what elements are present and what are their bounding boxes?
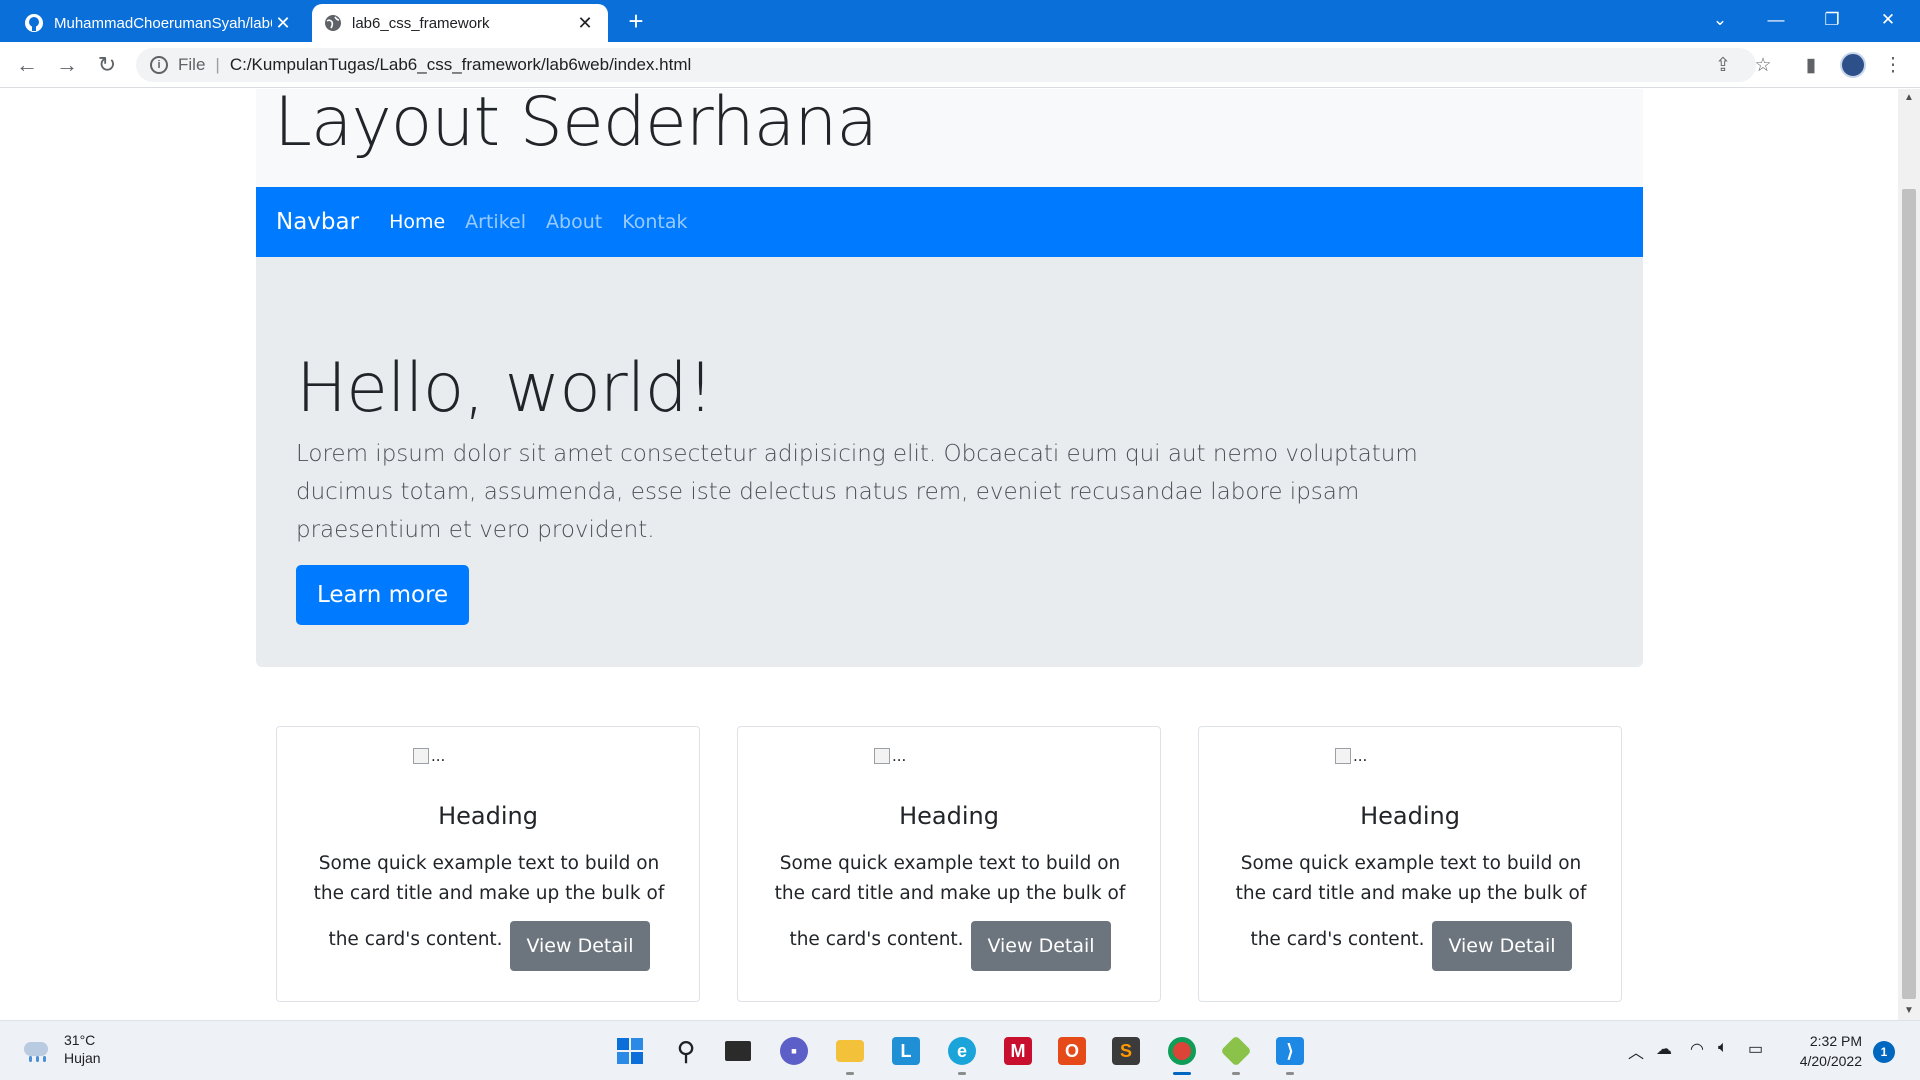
page-viewport: Layout Sederhana Navbar Home Artikel Abo… [0,89,1898,1020]
card-title: Heading [899,802,999,830]
broken-image-icon [874,748,890,764]
github-icon [25,14,43,32]
card-text: Some quick example text to build on the … [305,849,673,971]
restore-icon[interactable]: ❐ [1804,0,1860,40]
taskbar-clock[interactable]: 2:32 PM 4/20/2022 [1780,1031,1862,1071]
card-title: Heading [438,802,538,830]
card-text-tail: card's content. [364,929,503,950]
site-navbar: Navbar Home Artikel About Kontak [256,187,1643,257]
mcafee-icon[interactable]: M [998,1031,1038,1071]
page-scrollbar[interactable]: ▲ ▼ [1898,89,1920,1020]
learn-more-button[interactable]: Learn more [296,565,470,625]
search-icon[interactable]: ⚲ [666,1031,706,1071]
weather-condition: Hujan [64,1050,101,1066]
card-row: ... Heading Some quick example text to b… [276,726,1623,1006]
clock-time: 2:32 PM [1809,1033,1862,1049]
l-app-icon[interactable]: L [886,1031,926,1071]
card: ... Heading Some quick example text to b… [737,726,1161,1002]
vscode-icon[interactable]: ⟩ [1270,1031,1310,1075]
broken-image-icon [1335,748,1351,764]
view-detail-button[interactable]: View Detail [1432,921,1572,971]
windows-taskbar: 31°C Hujan ⚲ ▪ L e M O S ⟩ ︿ ☁ ◠ 🔈︎ ▭ 2:… [0,1020,1920,1080]
minimize-icon[interactable]: — [1748,0,1804,40]
jumbotron: Hello, world! Lorem ipsum dolor sit amet… [256,257,1643,667]
tray-chevron-icon[interactable]: ︿ [1628,1039,1644,1063]
scroll-up-icon[interactable]: ▲ [1898,89,1920,107]
side-panel-icon[interactable]: ▮ [1798,52,1824,78]
onedrive-cloud-icon[interactable]: ☁ [1656,1039,1672,1059]
weather-temp: 31°C [64,1032,96,1048]
card-text-tail: card's content. [1286,929,1425,950]
reload-icon[interactable]: ↻ [92,50,122,80]
scroll-down-icon[interactable]: ▼ [1898,1002,1920,1020]
url-text[interactable]: C:/KumpulanTugas/Lab6_css_framework/lab6… [230,55,691,75]
nav-link-artikel[interactable]: Artikel [465,211,526,233]
nav-link-kontak[interactable]: Kontak [622,211,687,233]
menu-kebab-icon[interactable]: ⋮ [1880,52,1906,78]
site-info-icon[interactable]: i [150,56,168,74]
card-image-alt: ... [892,747,907,765]
card-title: Heading [1360,802,1460,830]
card-image-placeholder: ... [1335,747,1367,765]
tab-lab6[interactable]: lab6_css_framework ✕ [312,4,608,42]
profile-avatar[interactable] [1840,52,1866,78]
tab-title: lab6_css_framework [352,14,490,32]
jumbotron-heading: Hello, world! [296,349,714,428]
page-title: Layout Sederhana [274,89,878,162]
notification-badge[interactable]: 1 [1873,1041,1895,1063]
browser-tab-strip: MuhammadChoerumanSyah/lab6 ✕ lab6_css_fr… [0,0,1920,42]
tab-search-icon[interactable]: ⌄ [1692,0,1748,40]
share-icon[interactable]: ⇪ [1710,52,1736,78]
card-image-alt: ... [431,747,446,765]
weather-widget[interactable]: 31°C Hujan [22,1031,101,1067]
volume-icon[interactable]: 🔈︎ [1718,1039,1728,1057]
clock-date: 4/20/2022 [1799,1053,1862,1069]
battery-icon[interactable]: ▭ [1748,1039,1763,1059]
file-explorer-icon[interactable] [830,1031,870,1075]
back-arrow-icon[interactable]: ← [12,50,42,80]
globe-icon [325,15,341,31]
task-view-icon[interactable] [718,1031,758,1071]
card-text: Some quick example text to build on the … [1227,849,1595,971]
card-text-tail: card's content. [825,929,964,950]
card: ... Heading Some quick example text to b… [1198,726,1622,1002]
browser-toolbar: ← → ↻ i File | C:/KumpulanTugas/Lab6_css… [0,42,1920,88]
sublime-text-icon[interactable]: S [1106,1031,1146,1071]
bookmark-star-icon[interactable]: ☆ [1750,52,1776,78]
teams-chat-icon[interactable]: ▪ [774,1031,814,1071]
card-image-placeholder: ... [874,747,906,765]
tab-title: MuhammadChoerumanSyah/lab6 [54,14,272,32]
chrome-icon[interactable] [1162,1031,1202,1075]
address-separator: | [215,55,220,74]
card: ... Heading Some quick example text to b… [276,726,700,1002]
office-icon[interactable]: O [1052,1031,1092,1071]
page-container: Layout Sederhana Navbar Home Artikel Abo… [256,89,1643,667]
close-window-icon[interactable]: ✕ [1860,0,1916,40]
wifi-icon[interactable]: ◠ [1690,1039,1704,1059]
edge-icon[interactable]: e [942,1031,982,1075]
view-detail-button[interactable]: View Detail [510,921,650,971]
view-detail-button[interactable]: View Detail [971,921,1111,971]
jumbotron-lead: Lorem ipsum dolor sit amet consectetur a… [296,441,1418,543]
nav-link-home[interactable]: Home [389,211,445,233]
scrollbar-thumb[interactable] [1902,189,1916,999]
card-image-placeholder: ... [413,747,445,765]
close-tab-icon[interactable]: ✕ [574,13,596,34]
close-tab-icon[interactable]: ✕ [272,13,294,34]
forward-arrow-icon[interactable]: → [52,50,82,80]
page-header: Layout Sederhana [256,89,1643,187]
card-image-alt: ... [1353,747,1368,765]
rain-cloud-icon [22,1036,52,1062]
card-text: Some quick example text to build on the … [766,849,1134,971]
address-bar[interactable]: i File | C:/KumpulanTugas/Lab6_css_frame… [136,48,1756,82]
nav-link-about[interactable]: About [546,211,602,233]
scheme-label: File [178,55,206,74]
new-tab-button[interactable]: + [620,6,652,38]
git-kraken-icon[interactable] [1216,1031,1256,1075]
windows-start-icon[interactable] [610,1031,650,1071]
tab-github[interactable]: MuhammadChoerumanSyah/lab6 ✕ [12,4,306,42]
broken-image-icon [413,748,429,764]
navbar-brand[interactable]: Navbar [276,209,359,235]
